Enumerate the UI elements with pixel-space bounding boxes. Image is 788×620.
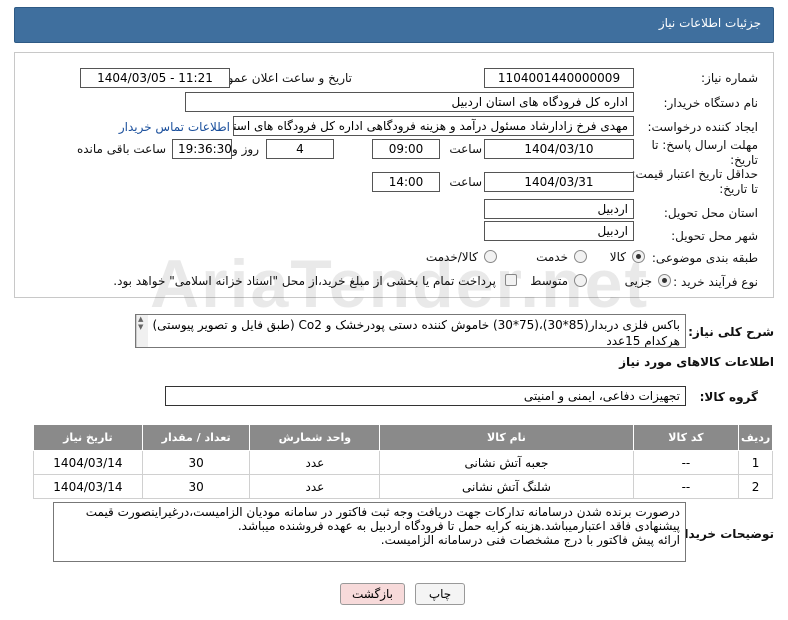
- announce-date-field[interactable]: 1404/03/05 - 11:21: [80, 68, 230, 88]
- city-label: شهر محل تحویل:: [671, 229, 758, 243]
- purchase-type-label: نوع فرآیند خرید :: [673, 275, 758, 289]
- creator-label: ایجاد کننده درخواست:: [647, 120, 758, 134]
- cell-code: --: [632, 450, 740, 475]
- description-label: شرح کلی نیاز:: [688, 325, 774, 339]
- buyer-notes-textarea[interactable]: درصورت برنده شدن درسامانه تدارکات جهت در…: [53, 502, 686, 562]
- purchase-medium-radio[interactable]: [574, 274, 587, 287]
- goods-group-field[interactable]: تجهیزات دفاعی، ایمنی و امنیتی: [165, 386, 686, 406]
- cell-qty: 30: [141, 450, 251, 475]
- buyer-contact-link[interactable]: اطلاعات تماس خریدار: [119, 120, 230, 134]
- category-service-radio[interactable]: [574, 250, 587, 263]
- city-field[interactable]: اردبیل: [484, 221, 634, 241]
- need-number-label: شماره نیاز:: [701, 71, 758, 85]
- category-label: طبقه بندی موضوعی:: [651, 251, 758, 265]
- print-button[interactable]: چاپ: [415, 583, 465, 605]
- cell-name: شلنگ آتش نشانی: [379, 474, 634, 499]
- price-validity-date-field[interactable]: 1404/03/31: [484, 172, 634, 192]
- cell-unit: عدد: [249, 450, 381, 475]
- days-label: روز و: [232, 142, 259, 156]
- remaining-label: ساعت باقی مانده: [76, 142, 166, 156]
- cell-date: 1404/03/14: [33, 474, 143, 499]
- category-both-label: کالا/خدمت: [425, 250, 478, 264]
- category-service-label: خدمت: [536, 250, 568, 264]
- col-code: کد کالا: [632, 424, 740, 451]
- creator-field[interactable]: مهدی فرخ زادارشاد مسئول درآمد و هزینه فر…: [233, 116, 634, 136]
- cell-name: جعبه آتش نشانی: [379, 450, 634, 475]
- price-validity-time-field[interactable]: 14:00: [372, 172, 440, 192]
- buyer-notes-line-3: ارائه پیش فاکتور با درج مشخصات فنی درسام…: [380, 533, 680, 547]
- back-button[interactable]: بازگشت: [340, 583, 405, 605]
- reply-deadline-label: مهلت ارسال پاسخ: تا: [651, 138, 758, 152]
- treasury-checkbox[interactable]: [505, 274, 517, 286]
- reply-time-field[interactable]: 09:00: [372, 139, 440, 159]
- need-number-field[interactable]: 1104001440000009: [484, 68, 634, 88]
- category-goods-label: کالا: [609, 250, 626, 264]
- goods-info-title: اطلاعات کالاهای مورد نیاز: [619, 355, 774, 369]
- description-scrollbar[interactable]: ▲ ▼: [136, 315, 148, 347]
- buyer-notes-label: توضیحات خریدار:: [672, 527, 774, 541]
- cell-date: 1404/03/14: [33, 450, 143, 475]
- reply-date-field[interactable]: 1404/03/10: [484, 139, 634, 159]
- purchase-minor-radio[interactable]: [658, 274, 671, 287]
- remaining-time-field[interactable]: 19:36:30: [172, 139, 232, 159]
- goods-group-label: گروه کالا:: [699, 390, 758, 404]
- cell-qty: 30: [141, 474, 251, 499]
- page-header: جزئیات اطلاعات نیاز: [14, 7, 774, 43]
- goods-table: ردیف کد کالا نام کالا واحد شمارش تعداد /…: [33, 424, 773, 499]
- purchase-medium-label: متوسط: [530, 274, 568, 288]
- description-line-2: هرکدام 15عدد: [606, 334, 680, 348]
- province-field[interactable]: اردبیل: [484, 199, 634, 219]
- table-row[interactable]: 1 -- جعبه آتش نشانی عدد 30 1404/03/14: [33, 450, 773, 475]
- price-validity-label-date: تا تاریخ:: [719, 182, 758, 196]
- reply-time-label: ساعت: [449, 142, 482, 156]
- page-title: جزئیات اطلاعات نیاز: [658, 16, 761, 30]
- cell-unit: عدد: [249, 474, 381, 499]
- purchase-minor-label: جزیی: [624, 274, 652, 288]
- cell-row: 1: [738, 450, 773, 475]
- table-row[interactable]: 2 -- شلنگ آتش نشانی عدد 30 1404/03/14: [33, 474, 773, 499]
- category-goods-radio[interactable]: [632, 250, 645, 263]
- description-line-1: باکس فلزی دربدار(85*30)،(75*30) خاموش کن…: [152, 318, 681, 332]
- buyer-notes-line-1: درصورت برنده شدن درسامانه تدارکات جهت در…: [85, 505, 680, 519]
- price-validity-time-label: ساعت: [449, 175, 482, 189]
- col-qty: تعداد / مقدار: [141, 424, 251, 451]
- buyer-notes-line-2: پیشنهادی فاقد اعتبارمیباشد.هزینه کرایه ح…: [237, 519, 680, 533]
- treasury-note: پرداخت تمام یا بخشی از مبلغ خرید،از محل …: [113, 274, 496, 288]
- price-validity-label: حداقل تاریخ اعتبار قیمت:: [631, 167, 758, 181]
- buyer-org-label: نام دستگاه خریدار:: [663, 96, 759, 110]
- reply-deadline-label-date: تاریخ:: [730, 153, 758, 167]
- col-date: تاریخ نیاز: [33, 424, 143, 451]
- category-both-radio[interactable]: [484, 250, 497, 263]
- cell-row: 2: [738, 474, 773, 499]
- scroll-down-icon[interactable]: ▼: [138, 324, 143, 331]
- col-row: ردیف: [738, 424, 773, 451]
- description-textarea[interactable]: باکس فلزی دربدار(85*30)،(75*30) خاموش کن…: [135, 314, 686, 348]
- cell-code: --: [632, 474, 740, 499]
- scroll-up-icon[interactable]: ▲: [138, 316, 143, 323]
- col-unit: واحد شمارش: [249, 424, 381, 451]
- col-name: نام کالا: [379, 424, 634, 451]
- buyer-org-field[interactable]: اداره کل فرودگاه های استان اردبیل: [185, 92, 634, 112]
- table-header-row: ردیف کد کالا نام کالا واحد شمارش تعداد /…: [33, 424, 773, 451]
- days-field[interactable]: 4: [266, 139, 334, 159]
- province-label: استان محل تحویل:: [663, 206, 758, 220]
